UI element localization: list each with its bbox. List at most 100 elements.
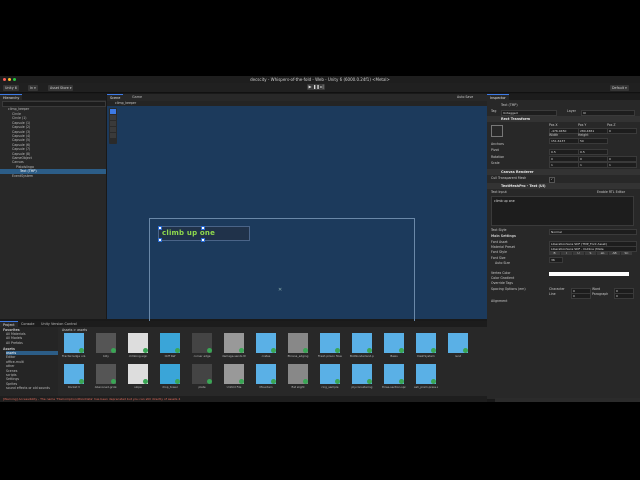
scale-z-field[interactable]: 1 (607, 162, 637, 168)
scene-view[interactable]: climb up one ✕ (107, 106, 487, 365)
asset-item[interactable]: BioWonderland.pen. (350, 333, 374, 363)
asset-item[interactable]: slope (126, 364, 150, 394)
font-style-button[interactable]: I (561, 251, 572, 255)
asset-item[interactable]: Fractal ledge unl. (62, 333, 86, 363)
main-toolbar: Unity 6 In ▾ Asset Store ▾ ▶ ❚❚ ▸| Defau… (0, 83, 640, 93)
tab-game[interactable]: Game (129, 94, 145, 100)
cloud-button[interactable]: In ▾ (28, 84, 38, 91)
height-field[interactable]: 50 (578, 138, 608, 144)
asset-item[interactable]: three.section.sproc (382, 364, 406, 394)
anchor-preset-icon[interactable] (491, 125, 503, 137)
sync-badge-icon (463, 348, 468, 353)
text-style-dropdown[interactable]: Normal (549, 229, 637, 235)
asset-item[interactable]: rend (446, 333, 470, 363)
asset-item[interactable]: Cliff Ref (158, 333, 182, 363)
folder-item[interactable]: sound effects or old sounds (6, 386, 58, 390)
main-settings-header: Main Settings (491, 234, 516, 238)
resize-handle[interactable] (158, 226, 162, 230)
vertex-color-swatch[interactable] (549, 272, 629, 276)
font-style-button[interactable]: ab (597, 251, 608, 255)
font-size-field[interactable]: 36 (549, 257, 563, 263)
layout-dropdown[interactable]: Default ▾ (610, 84, 629, 91)
asset-thumbnail-icon (384, 364, 404, 384)
asset-thumbnail-icon (256, 333, 276, 353)
step-icon[interactable]: ▸| (319, 84, 325, 90)
asset-item[interactable]: ring_sample (318, 364, 342, 394)
rect-transform-header[interactable]: Rect Transform (487, 116, 640, 122)
favorite-item[interactable]: All Prefabs (6, 341, 23, 345)
asset-item[interactable]: Mountain (254, 364, 278, 394)
asset-item[interactable]: Unfold File (222, 364, 246, 394)
move-tool-icon[interactable] (110, 115, 116, 120)
asset-label: BioWonderland.pen. (350, 354, 374, 358)
asset-item[interactable]: damage.sends the. (222, 333, 246, 363)
asset-label: slope (134, 385, 142, 389)
scale-y-field[interactable]: 1 (578, 162, 608, 168)
hierarchy-item[interactable]: EventSystem (0, 174, 106, 178)
anchors-foldout[interactable]: Anchors (491, 142, 504, 147)
font-style-button[interactable]: SC (621, 251, 632, 255)
tmp-header[interactable]: TextMeshPro - Text (UI) (487, 183, 640, 189)
status-message[interactable]: [Warning] Accessibility - The name 'Tile… (3, 396, 180, 402)
rect-tool-icon[interactable] (110, 133, 116, 138)
object-name[interactable]: Text (TMP) (501, 103, 518, 108)
asset-item[interactable]: plate (190, 364, 214, 394)
tab-inspector[interactable]: Inspector (487, 94, 509, 101)
scene-root[interactable]: climp_keeper (8, 107, 29, 111)
asset-item[interactable]: Rocket V (62, 364, 86, 394)
rotate-tool-icon[interactable] (110, 121, 116, 126)
text-input-area[interactable]: climb up one (491, 196, 634, 226)
font-style-button[interactable]: AB (609, 251, 620, 255)
asset-item[interactable]: climbing.sign (126, 333, 150, 363)
cull-label: Cull Transparent Mesh (491, 176, 527, 180)
font-style-button[interactable]: S (585, 251, 596, 255)
tab-scene[interactable]: Scene (107, 94, 124, 101)
layer-dropdown[interactable]: UI (581, 109, 635, 116)
asset-item[interactable]: flat slight (286, 364, 310, 394)
width-field[interactable]: 151.6137 (549, 138, 579, 144)
font-style-button[interactable]: B (549, 251, 560, 255)
asset-item[interactable]: Fresh prison flower (318, 333, 342, 363)
asset-item[interactable]: crates (254, 333, 278, 363)
pivot-x-field[interactable]: 0.5 (549, 149, 579, 155)
asset-item[interactable]: drop_tower (158, 364, 182, 394)
paragraph-spacing-field[interactable]: 0 (614, 293, 634, 299)
asset-store-button[interactable]: Asset Store ▾ (48, 84, 74, 91)
rotation-label: Rotation (491, 155, 505, 159)
pivot-y-field[interactable]: 0.5 (578, 149, 608, 155)
asset-item[interactable]: corner edge (190, 333, 214, 363)
pos-z-field[interactable]: 0 (607, 128, 637, 134)
asset-grid: Fractal ledge unl. billy climbing.sign Clif… (62, 333, 482, 395)
auto-save-label[interactable]: Auto Save (457, 94, 473, 101)
sync-badge-icon (431, 379, 436, 384)
account-button[interactable]: Unity 6 (3, 84, 19, 91)
scale-x-field[interactable]: 1 (549, 162, 579, 168)
project-tabstrip: Project Console Unity Version Control (0, 321, 487, 328)
asset-thumbnail-icon (352, 333, 372, 353)
sync-badge-icon (431, 348, 436, 353)
font-style-button[interactable]: U (573, 251, 584, 255)
asset-item[interactable]: Basis (382, 333, 406, 363)
asset-item[interactable]: ply.considering (350, 364, 374, 394)
asset-item[interactable]: billy (94, 333, 118, 363)
scale-tool-icon[interactable] (110, 127, 116, 132)
hand-tool-icon[interactable] (110, 109, 116, 114)
asset-item[interactable]: Abanoned.grizz. (94, 364, 118, 394)
asset-label: Abanoned.grizz. (94, 385, 118, 389)
resize-handle[interactable] (158, 238, 162, 242)
resize-handle[interactable] (201, 226, 205, 230)
tab-hierarchy[interactable]: Hierarchy (0, 94, 23, 101)
tag-dropdown[interactable]: Untagged (501, 109, 557, 116)
asset-item[interactable]: Ekrana_edging (286, 333, 310, 363)
canvas-renderer-header[interactable]: Canvas Renderer (487, 169, 640, 175)
asset-label: ring_sample (321, 385, 339, 389)
asset-item[interactable]: DashSystem (414, 333, 438, 363)
tmp-text-object[interactable]: climb up one (158, 226, 250, 242)
resize-handle[interactable] (201, 238, 205, 242)
line-spacing-field[interactable]: 0 (571, 293, 591, 299)
asset-item[interactable]: ash_pram.press.sp (414, 364, 438, 394)
asset-thumbnail-icon (96, 333, 116, 353)
cull-checkbox[interactable]: ✓ (549, 177, 555, 183)
sync-badge-icon (303, 379, 308, 384)
project-breadcrumb[interactable]: Assets > assets (62, 328, 87, 332)
